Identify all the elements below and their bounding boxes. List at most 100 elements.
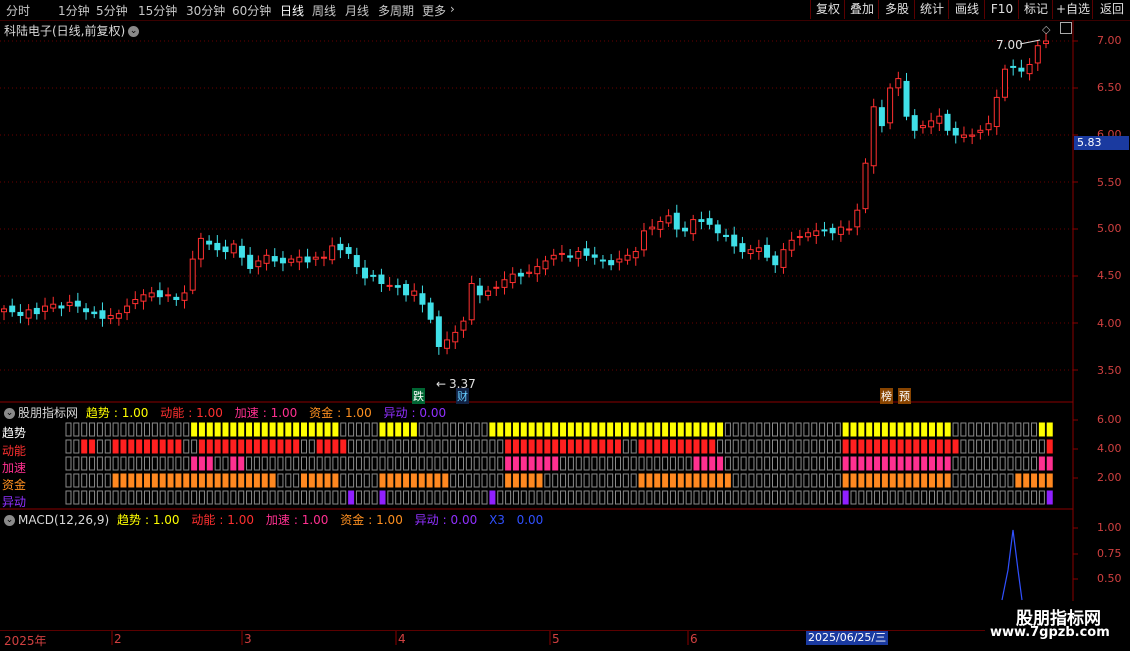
- indicator-block: [340, 422, 347, 437]
- candle-body: [698, 219, 705, 222]
- indicator-block: [669, 473, 676, 488]
- indicator-block: [677, 490, 684, 505]
- candle-body: [74, 300, 81, 307]
- indicator-block: [1038, 422, 1045, 437]
- indicator-block: [293, 473, 300, 488]
- tab-monthly[interactable]: 月线: [345, 2, 369, 19]
- indicator-block: [772, 473, 778, 488]
- indicator-block: [764, 422, 771, 437]
- indicator-block: [371, 456, 378, 471]
- tab-60min[interactable]: 60分钟: [232, 2, 271, 19]
- f10-button[interactable]: F10: [984, 0, 1019, 19]
- candle-body: [124, 305, 131, 314]
- indicator-block: [685, 490, 692, 505]
- chart-canvas[interactable]: [0, 0, 1130, 650]
- indicator-block: [1023, 490, 1030, 505]
- candle-body: [583, 248, 590, 256]
- overlay-button[interactable]: 叠加: [844, 0, 879, 19]
- indicator-block: [465, 473, 472, 488]
- indicator-block: [198, 439, 205, 454]
- candle-body: [288, 258, 295, 263]
- indicator-block: [834, 456, 841, 471]
- indicator-block: [874, 490, 881, 505]
- indicator-block: [104, 439, 111, 454]
- indicator-block: [151, 490, 158, 505]
- diamond-icon[interactable]: ◇: [1042, 23, 1050, 36]
- candle-body: [846, 228, 853, 231]
- indicator-block: [669, 490, 676, 505]
- indicator-block: [740, 490, 747, 505]
- event-marker-drop[interactable]: 跌: [412, 388, 425, 404]
- indicator-block: [983, 473, 990, 488]
- indicator-block: [983, 490, 990, 505]
- indicator-block: [607, 473, 614, 488]
- candle-body: [25, 309, 32, 319]
- tab-more[interactable]: 更多: [422, 2, 446, 19]
- tab-daily[interactable]: 日线: [280, 2, 304, 19]
- indicator-block: [717, 422, 724, 437]
- indicator-block: [795, 422, 802, 437]
- indicator-block: [332, 473, 339, 488]
- back-button[interactable]: 返回: [1092, 0, 1130, 19]
- chevron-down-icon[interactable]: ⌄: [128, 26, 140, 37]
- tab-30min[interactable]: 30分钟: [186, 2, 225, 19]
- candle-body: [764, 244, 771, 258]
- indicator-block: [89, 473, 96, 488]
- candle-body: [903, 80, 910, 117]
- indicator-block: [717, 439, 724, 454]
- chevron-down-icon[interactable]: ⌄: [4, 408, 15, 419]
- indicator-block: [238, 473, 245, 488]
- tab-15min[interactable]: 15分钟: [138, 2, 177, 19]
- candle-body: [468, 283, 475, 321]
- candle-body: [739, 243, 746, 253]
- tab-weekly[interactable]: 周线: [312, 2, 336, 19]
- indicator-block: [277, 456, 284, 471]
- indicator-block: [622, 422, 629, 437]
- indicator-block: [167, 439, 174, 454]
- indicator-block: [866, 422, 873, 437]
- chevron-down-icon[interactable]: ⌄: [4, 515, 15, 526]
- add-watchlist-button[interactable]: +自选: [1052, 0, 1093, 19]
- draw-line-button[interactable]: 画线: [948, 0, 985, 19]
- indicator-block: [96, 473, 103, 488]
- multi-stock-button[interactable]: 多股: [878, 0, 915, 19]
- tab-fenshi[interactable]: 分时: [6, 2, 30, 19]
- candle-body: [107, 314, 114, 320]
- indicator-block: [779, 422, 786, 437]
- indicator-block: [881, 456, 888, 471]
- restore-rights-button[interactable]: 复权: [810, 0, 845, 19]
- chevron-right-icon[interactable]: ›: [450, 2, 455, 16]
- indicator-block: [842, 473, 849, 488]
- indicator-block: [198, 456, 205, 471]
- indicator-block: [819, 439, 826, 454]
- indicator-block: [410, 456, 417, 471]
- indicator-block: [842, 422, 849, 437]
- event-marker-rank[interactable]: 榜: [880, 388, 893, 404]
- indicator-block: [316, 490, 323, 505]
- candle-body: [813, 230, 820, 237]
- event-marker-finance[interactable]: 财: [456, 388, 469, 404]
- indicator-block: [73, 473, 80, 488]
- indicator-block: [921, 490, 928, 505]
- indicator-block: [481, 456, 488, 471]
- indicator-block: [363, 439, 370, 454]
- indicator-block: [881, 473, 888, 488]
- panel-toggle-icon[interactable]: [1060, 22, 1072, 34]
- mark-button[interactable]: 标记: [1018, 0, 1053, 19]
- candle-body: [403, 283, 410, 296]
- indicator-block: [858, 439, 865, 454]
- tab-multi-period[interactable]: 多周期: [378, 2, 414, 19]
- indicator-block: [246, 456, 253, 471]
- indicator-block: [167, 490, 174, 505]
- indicator-block: [677, 456, 684, 471]
- candle-body: [567, 255, 574, 258]
- tab-5min[interactable]: 5分钟: [96, 2, 128, 19]
- event-marker-forecast[interactable]: 预: [898, 388, 911, 404]
- tab-1min[interactable]: 1分钟: [58, 2, 90, 19]
- statistics-button[interactable]: 统计: [914, 0, 949, 19]
- indicator-block: [65, 422, 72, 437]
- indicator-block: [206, 422, 213, 437]
- indicator-block: [1015, 490, 1022, 505]
- indicator-block: [1023, 422, 1030, 437]
- indicator-block: [214, 439, 221, 454]
